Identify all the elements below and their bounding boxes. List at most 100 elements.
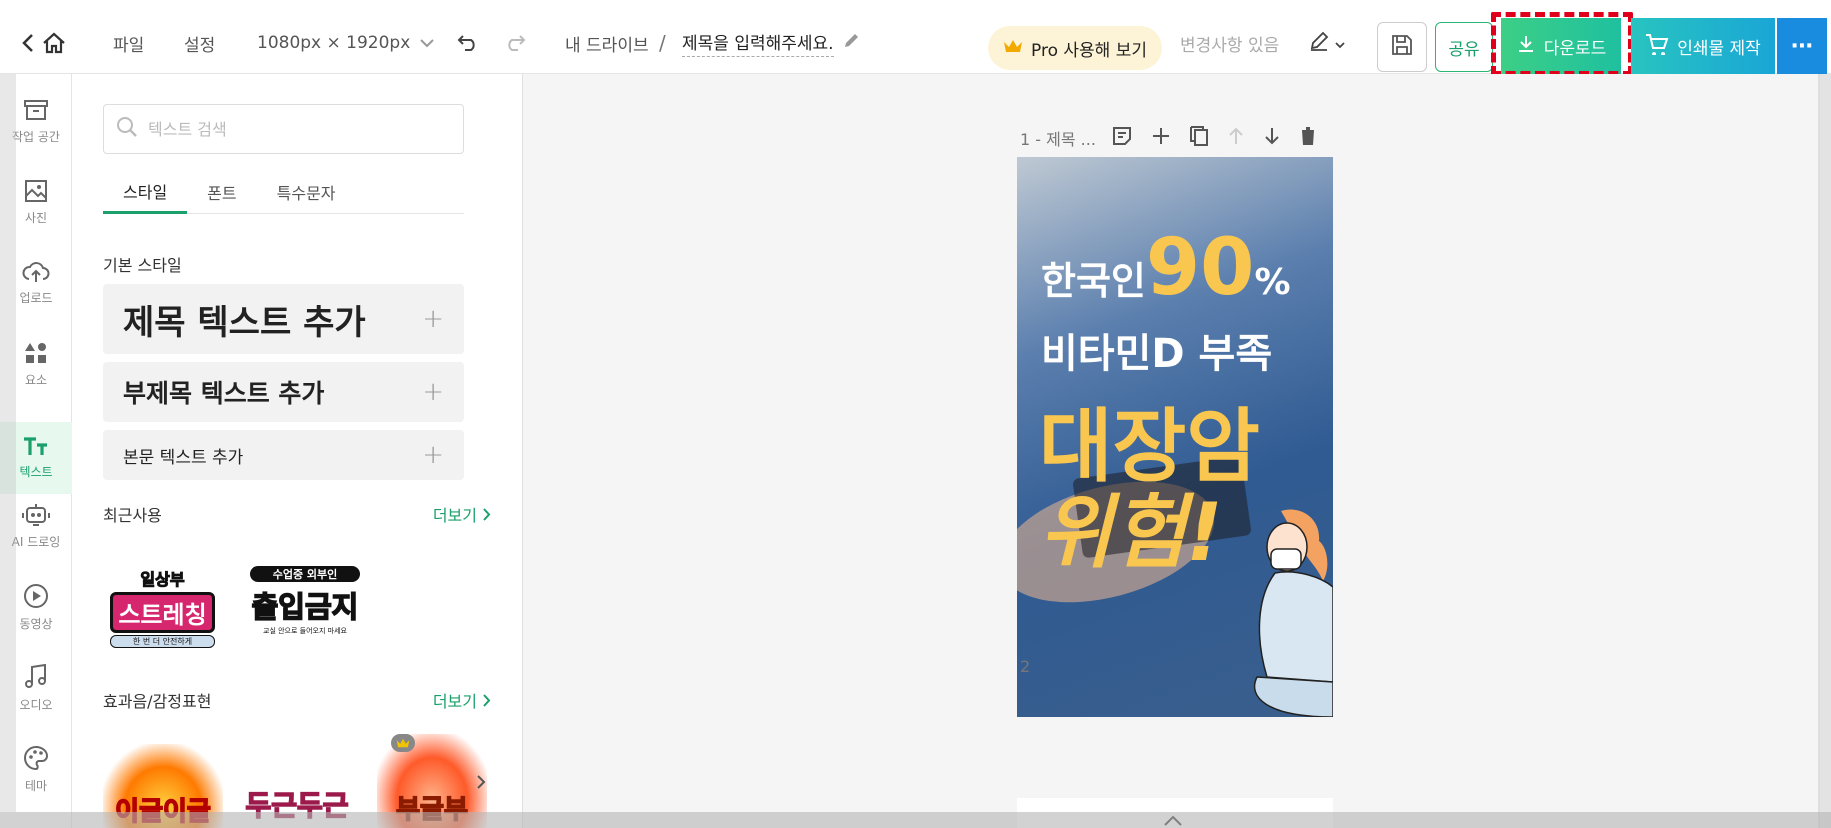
- poster-line-1: 한국인 90 %: [1041, 229, 1291, 307]
- file-menu[interactable]: 파일: [113, 12, 144, 74]
- breadcrumb-drive[interactable]: 내 드라이브: [565, 12, 649, 74]
- music-icon: [25, 663, 46, 688]
- add-body-text-button[interactable]: 본문 텍스트 추가 +: [103, 430, 464, 480]
- palette-icon: [24, 745, 49, 770]
- move-page-down-icon[interactable]: [1263, 126, 1281, 150]
- effects-heading: 효과음/감정표현: [103, 692, 212, 711]
- add-title-text-button[interactable]: 제목 텍스트 추가 +: [103, 284, 464, 354]
- play-icon: [24, 583, 48, 608]
- edit-mode-dropdown[interactable]: [1305, 12, 1349, 74]
- duplicate-page-icon[interactable]: [1189, 125, 1209, 151]
- size-dropdown[interactable]: 1080px × 1920px: [257, 12, 435, 74]
- recent-sticker-stretching[interactable]: 일상부 스트레칭 한 번 더 안전하게: [110, 566, 215, 648]
- tab-font[interactable]: 폰트: [187, 170, 256, 214]
- sticker-line3: 교실 안으로 들어오지 마세요: [263, 627, 347, 635]
- add-body-label: 본문 텍스트 추가: [123, 447, 244, 468]
- page-1-label[interactable]: 1 - 제목 ...: [1020, 126, 1096, 150]
- recent-sticker-no-entry[interactable]: 수업중 외부인 출입금지 교실 안으로 들어오지 마세요: [250, 566, 360, 648]
- breadcrumb-separator: /: [659, 31, 666, 55]
- add-page-icon[interactable]: [1151, 126, 1171, 150]
- sticker-line1: 일상부: [140, 570, 185, 590]
- sticker-line2: 스트레칭: [110, 592, 215, 633]
- more-link-label: 더보기: [432, 506, 477, 525]
- add-subtitle-text-button[interactable]: 부제목 텍스트 추가 +: [103, 362, 464, 422]
- rail-item-label: 요소: [24, 372, 48, 387]
- download-highlight-box: [1491, 12, 1633, 76]
- changes-status: 변경사항 있음: [1180, 35, 1280, 56]
- rail-item-label: 업로드: [19, 290, 53, 305]
- recent-heading: 최근사용: [103, 506, 162, 525]
- image-icon: [25, 179, 47, 202]
- save-button[interactable]: [1377, 22, 1427, 72]
- cloud-upload-icon: [22, 261, 50, 282]
- poster-line1-prefix: 한국인: [1041, 259, 1146, 303]
- tab-style[interactable]: 스타일: [103, 170, 188, 214]
- sticker-line1: 수업중 외부인: [250, 566, 360, 582]
- shapes-icon: [25, 342, 46, 363]
- sticker-line2: 출입금지: [251, 589, 359, 625]
- effects-more-link[interactable]: 더보기: [433, 688, 491, 712]
- search-input[interactable]: [148, 119, 448, 139]
- canvas-area: 1 - 제목 ... 한국인 90 % 비타민D 부족 대장암 위험! 2: [523, 74, 1820, 828]
- add-title-label: 제목 텍스트 추가: [123, 302, 366, 343]
- effects-scroll-right-icon[interactable]: [476, 774, 486, 794]
- doc-title[interactable]: 제목을 입력해주세요.: [682, 12, 860, 74]
- poster-line1-suffix: %: [1254, 262, 1291, 303]
- page-toolbar: [1111, 118, 1317, 158]
- recent-more-link[interactable]: 더보기: [433, 502, 491, 526]
- delete-page-icon[interactable]: [1299, 125, 1317, 151]
- undo-icon[interactable]: [455, 12, 481, 74]
- page-note-icon[interactable]: [1111, 125, 1133, 151]
- pro-trial-button[interactable]: Pro 사용해 보기: [988, 26, 1162, 70]
- print-order-button[interactable]: 인쇄물 제작: [1631, 18, 1775, 74]
- screen-overlay-right: [1818, 74, 1831, 828]
- poster-line-4: 위험!: [1039, 486, 1223, 579]
- archive-icon: [24, 99, 48, 120]
- panel-tabs: 스타일 폰트 특수문자: [103, 170, 464, 214]
- nurse-illustration: [1253, 509, 1333, 717]
- screen-overlay-left: [0, 74, 16, 812]
- screen-overlay-bottom: [0, 812, 1831, 828]
- rail-item-label: 사진: [24, 210, 48, 225]
- tab-special-chars[interactable]: 특수문자: [257, 170, 356, 214]
- rail-item-label: 동영상: [19, 616, 53, 631]
- settings-menu[interactable]: 설정: [184, 12, 215, 74]
- pro-trial-label: Pro 사용해 보기: [1031, 40, 1147, 61]
- redo-icon[interactable]: [502, 12, 528, 74]
- plus-icon: +: [422, 377, 444, 407]
- crown-icon: [1003, 38, 1023, 59]
- poster-line-3: 대장암: [1039, 400, 1260, 493]
- crown-icon: [391, 734, 415, 752]
- text-search-box[interactable]: [103, 104, 464, 154]
- floppy-icon: [1390, 33, 1414, 61]
- plus-icon: +: [422, 304, 444, 334]
- rail-item-label: 텍스트: [19, 464, 53, 479]
- poster-line1-number: 90: [1145, 223, 1255, 313]
- doc-title-text: 제목을 입력해주세요.: [682, 29, 834, 57]
- cart-icon: [1645, 33, 1669, 60]
- move-page-up-icon[interactable]: [1227, 126, 1245, 150]
- sticker-line3: 한 번 더 안전하게: [110, 635, 215, 648]
- text-icon: [24, 436, 47, 455]
- basic-style-heading: 기본 스타일: [103, 256, 182, 275]
- page-2-label[interactable]: 2: [1020, 657, 1030, 676]
- chevron-down-icon: [1335, 34, 1345, 53]
- size-label: 1080px × 1920px: [257, 33, 411, 53]
- pencil-icon: [842, 32, 860, 55]
- chevron-right-icon: [483, 507, 491, 521]
- chevron-down-icon: [420, 33, 435, 53]
- rail-item-label: 오디오: [19, 697, 53, 712]
- top-bar: 파일 설정 1080px × 1920px 내 드라이브 / 제목을 입력해주세…: [0, 12, 1831, 76]
- add-subtitle-label: 부제목 텍스트 추가: [123, 379, 325, 408]
- poster-line-2: 비타민D 부족: [1041, 331, 1273, 377]
- text-panel: 스타일 폰트 특수문자 기본 스타일 제목 텍스트 추가 + 부제목 텍스트 추…: [72, 74, 523, 828]
- share-button[interactable]: 공유: [1435, 22, 1493, 72]
- pen-icon: [1309, 31, 1329, 55]
- more-options-button[interactable]: ⋯: [1777, 18, 1827, 74]
- rail-item-label: AI 드로잉: [11, 534, 61, 549]
- design-page-1[interactable]: 한국인 90 % 비타민D 부족 대장암 위험!: [1017, 157, 1333, 717]
- back-icon[interactable]: [18, 12, 38, 74]
- plus-icon: +: [422, 440, 444, 470]
- chevron-right-icon: [483, 693, 491, 707]
- home-icon[interactable]: [40, 12, 68, 74]
